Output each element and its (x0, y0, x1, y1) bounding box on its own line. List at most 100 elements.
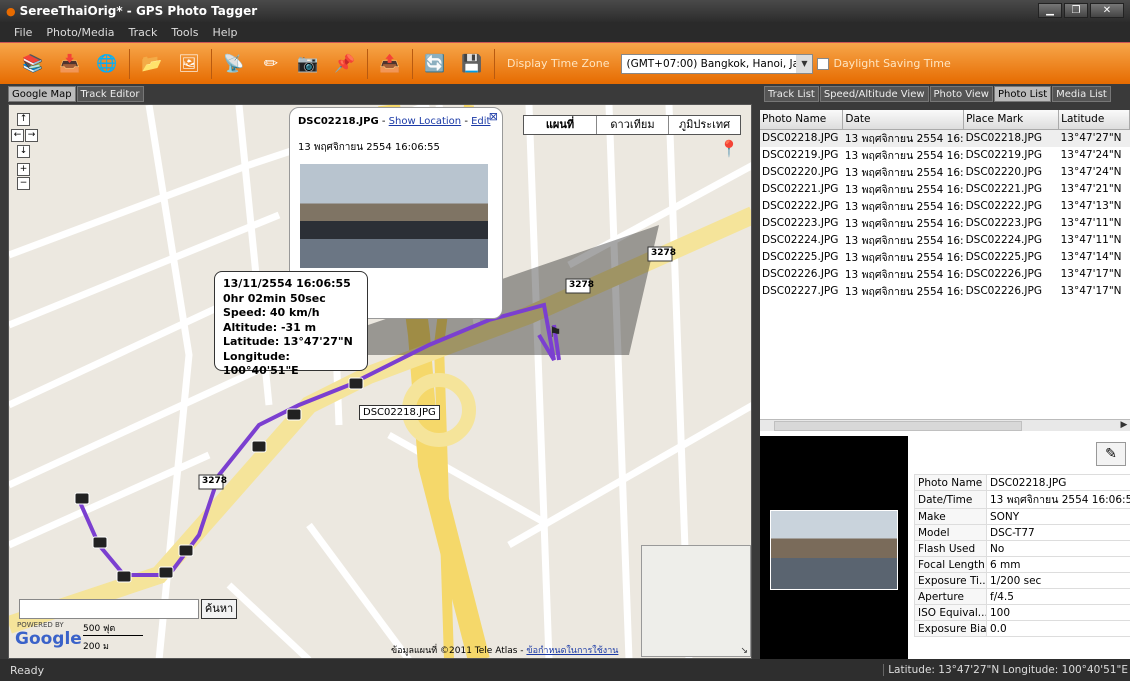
table-row[interactable]: DSC02218.JPG 13 พฤศจิกายน 2554 16: DSC0221… (760, 129, 1130, 147)
street-view-icon[interactable]: 📍 (719, 139, 739, 158)
gps-icon[interactable]: 📡 (219, 49, 249, 79)
sync-icon[interactable]: 💾 (457, 49, 487, 79)
close-icon[interactable]: ⊠ (489, 110, 498, 123)
column-header-photo-name[interactable]: Photo Name (760, 110, 844, 130)
metadata-value: DSC02218.JPG (986, 474, 1130, 491)
map-type-map[interactable]: แผนที่ (524, 116, 596, 134)
table-row[interactable]: DSC02219.JPG 13 พฤศจิกายน 2554 16: DSC0221… (760, 147, 1130, 164)
photo-marker (92, 536, 108, 549)
metadata-value: DSC-T77 (986, 524, 1130, 541)
pan-up-button[interactable]: ↑ (17, 113, 30, 126)
road-shield-label: 3278 (202, 476, 228, 486)
powered-by-label: POWERED BY (17, 621, 64, 629)
export-icon[interactable]: 📤 (375, 49, 405, 79)
table-row[interactable]: DSC02221.JPG 13 พฤศจิกายน 2554 16: DSC0222… (760, 181, 1130, 198)
photo-marker (74, 492, 90, 505)
tab-track-editor[interactable]: Track Editor (76, 86, 144, 102)
minimize-button[interactable]: ▁ (1038, 3, 1062, 18)
close-button[interactable]: ✕ (1090, 3, 1124, 18)
tab-media-list[interactable]: Media List (1052, 86, 1111, 102)
zoom-out-button[interactable]: − (17, 177, 30, 190)
metadata-value: SONY (986, 508, 1130, 525)
right-tabs: Track List Speed/Altitude View Photo Vie… (764, 86, 1112, 102)
popup-separator: - (461, 116, 472, 127)
panel-splitter[interactable] (752, 86, 760, 659)
maximize-button[interactable]: ❐ (1064, 3, 1088, 18)
terms-link[interactable]: ข้อกำหนดในการใช้งาน (526, 646, 618, 656)
pan-right-button[interactable]: → (25, 129, 38, 142)
scale-feet: 500 ฟุต (83, 621, 143, 636)
pan-left-button[interactable]: ← (11, 129, 24, 142)
popup-photo-name: DSC02218.JPG (298, 116, 379, 127)
column-header-latitude[interactable]: Latitude (1058, 110, 1130, 130)
status-coordinates: Latitude: 13°47'27"N Longitude: 100°40'5… (883, 664, 1128, 676)
menu-track[interactable]: Track (129, 26, 158, 39)
photo-thumbnail[interactable] (300, 164, 488, 268)
photo-preview-image[interactable] (770, 510, 898, 590)
zoom-in-button[interactable]: + (17, 163, 30, 176)
folder-icon[interactable]: 📂 (137, 49, 167, 79)
table-row[interactable]: DSC02226.JPG 13 พฤศจิกายน 2554 16: DSC0222… (760, 266, 1130, 283)
table-row[interactable]: DSC02222.JPG 13 พฤศจิกายน 2554 16: DSC0222… (760, 198, 1130, 215)
open-file-icon[interactable]: 📚 (18, 49, 48, 79)
map-type-satellite[interactable]: ดาวเทียม (596, 116, 668, 134)
menu-tools[interactable]: Tools (171, 26, 198, 39)
map-search-input[interactable] (19, 599, 199, 619)
menu-file[interactable]: File (14, 26, 32, 39)
metadata-key: Aperture (914, 588, 987, 605)
tab-photo-view[interactable]: Photo View (929, 86, 993, 102)
table-row[interactable]: DSC02227.JPG 13 พฤศจิกายน 2554 16: DSC0222… (760, 283, 1130, 300)
tab-photo-list[interactable]: Photo List (993, 86, 1052, 102)
column-header-place-mark[interactable]: Place Mark (963, 110, 1060, 130)
import-icon[interactable]: 📥 (55, 49, 85, 79)
photo-marker (251, 440, 267, 453)
map-view[interactable]: 3278 3278 3278 ↑ ← → ↓ + − แผนที่ ดาวเที… (8, 104, 752, 659)
road-shield-label: 3278 (569, 280, 595, 290)
tab-speed-altitude-view[interactable]: Speed/Altitude View (819, 86, 929, 102)
scrollbar-thumb[interactable] (774, 421, 1022, 431)
tab-google-map[interactable]: Google Map (8, 86, 76, 102)
metadata-row: Focal Length 6 mm (914, 556, 1130, 573)
table-cell: DSC02227.JPG (762, 285, 839, 297)
table-row[interactable]: DSC02223.JPG 13 พฤศจิกายน 2554 16: DSC0222… (760, 215, 1130, 232)
photo-icon[interactable]: 🖼 (174, 49, 204, 79)
table-cell: 13 พฤศจิกายน 2554 16: (844, 200, 964, 213)
metadata-value: 6 mm (986, 556, 1130, 573)
dst-checkbox[interactable] (817, 57, 830, 70)
edit-photo-icon[interactable]: ✎ (1096, 442, 1126, 466)
map-type-terrain[interactable]: ภูมิประเทศ (668, 116, 740, 134)
tab-track-list[interactable]: Track List (764, 86, 819, 102)
flickr-icon[interactable]: 📷 (293, 49, 323, 79)
overview-toggle-icon[interactable]: ↘ (740, 646, 748, 656)
map-search-button[interactable]: ค้นหา (201, 599, 237, 619)
table-cell: DSC02218.JPG (760, 129, 843, 147)
photo-marker-label[interactable]: DSC02218.JPG (359, 405, 440, 420)
show-location-link[interactable]: Show Location (389, 116, 461, 127)
pen-icon[interactable]: ✏ (256, 49, 286, 79)
refresh-icon[interactable]: 🔄 (420, 49, 450, 79)
edit-link[interactable]: Edit (471, 116, 490, 127)
pan-down-button[interactable]: ↓ (17, 145, 30, 158)
metadata-row: Flash Used No (914, 540, 1130, 557)
globe-icon[interactable]: 🌐 (92, 49, 122, 79)
table-row[interactable]: DSC02220.JPG 13 พฤศจิกายน 2554 16: DSC0222… (760, 164, 1130, 181)
horizontal-scrollbar[interactable]: ▶ (760, 419, 1130, 431)
table-row[interactable]: DSC02225.JPG 13 พฤศจิกายน 2554 16: DSC0222… (760, 249, 1130, 266)
column-header-date[interactable]: Date (842, 110, 965, 130)
photo-marker (348, 377, 364, 390)
metadata-value: 0.0 (986, 620, 1130, 637)
metadata-key: Flash Used (914, 540, 987, 557)
menu-help[interactable]: Help (212, 26, 237, 39)
menu-photo-media[interactable]: Photo/Media (46, 26, 114, 39)
table-cell: DSC02221.JPG (965, 183, 1042, 195)
table-cell: DSC02221.JPG (762, 183, 839, 195)
timezone-select[interactable]: (GMT+07:00) Bangkok, Hanoi, Jakar ▼ (621, 53, 814, 74)
chevron-down-icon[interactable]: ▼ (796, 54, 813, 73)
table-cell: DSC02219.JPG (762, 149, 839, 161)
scroll-right-icon[interactable]: ▶ (1118, 420, 1130, 431)
table-row[interactable]: DSC02224.JPG 13 พฤศจิกายน 2554 16: DSC0222… (760, 232, 1130, 249)
window-title: SereeThaiOrig* - GPS Photo Tagger (19, 4, 258, 18)
overview-map[interactable]: ↘ (641, 545, 751, 657)
metadata-row: Exposure Ti... 1/200 sec (914, 572, 1130, 589)
locr-icon[interactable]: 📌 (330, 49, 360, 79)
